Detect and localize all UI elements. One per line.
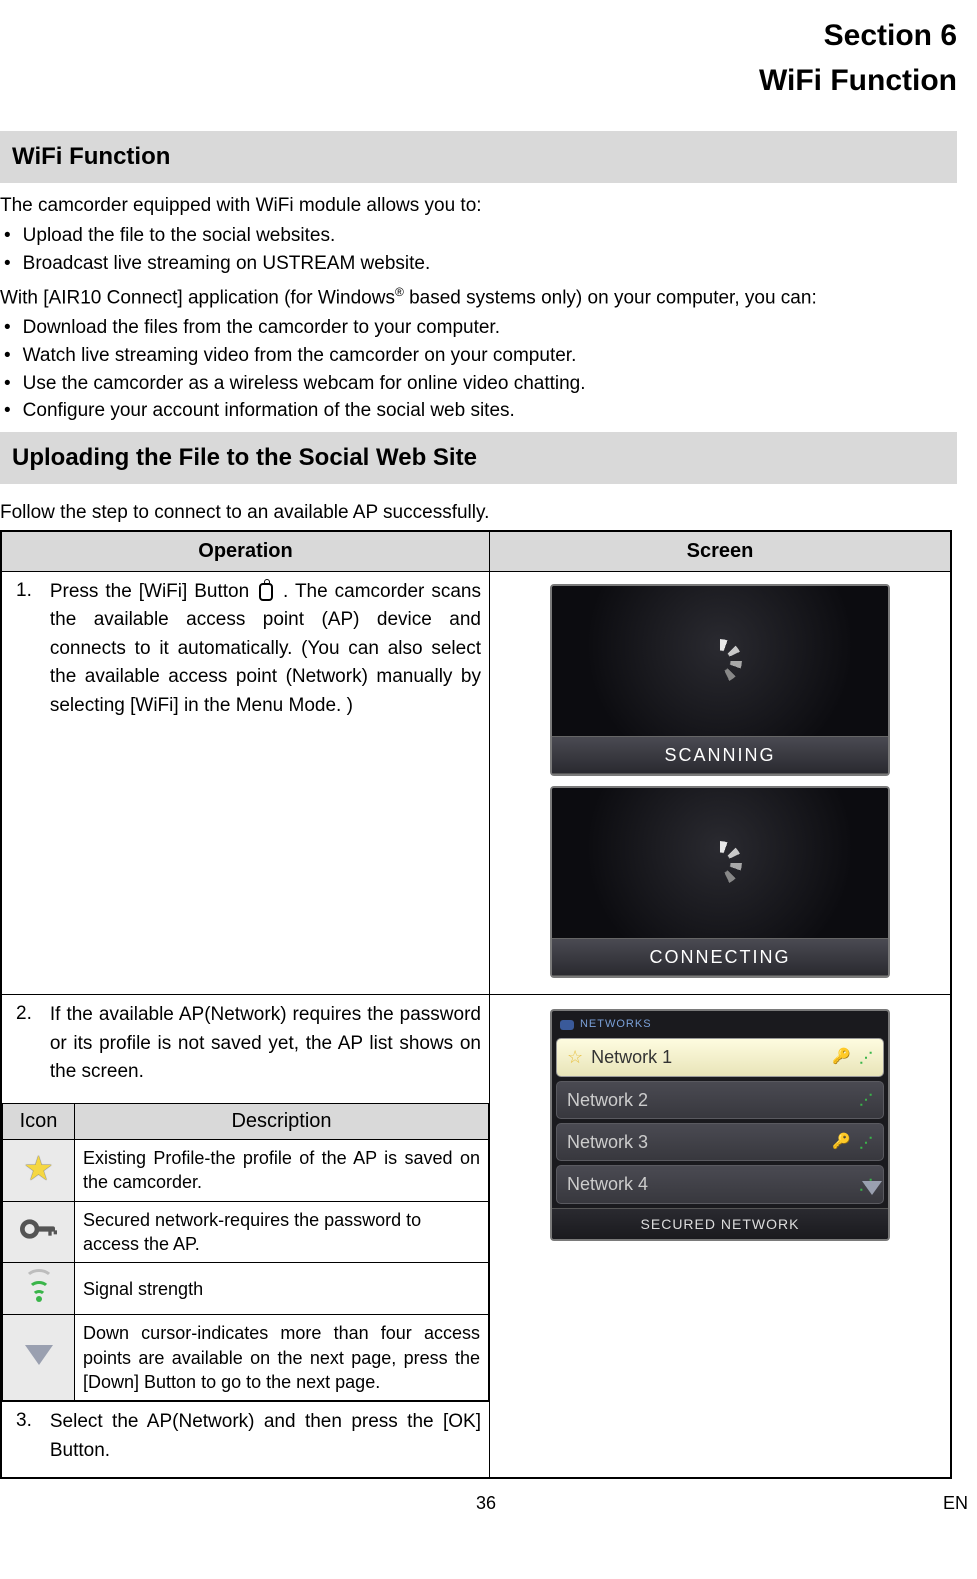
intro-lead: The camcorder equipped with WiFi module … — [0, 193, 957, 219]
down-arrow-icon — [862, 1181, 882, 1195]
intro-bullets-1: Upload the file to the social websites. … — [0, 223, 957, 276]
wifi-button-icon — [259, 583, 273, 601]
lock-icon: 🔑 — [832, 1047, 851, 1067]
step-text: If the available AP(Network) requires th… — [50, 1001, 481, 1087]
operation-table: Operation Screen 1. Press the [WiFi] But… — [0, 530, 952, 1479]
spinner-icon — [698, 841, 742, 885]
screen-connecting-label: CONNECTING — [552, 938, 888, 976]
networks-title-icon — [560, 1020, 574, 1030]
down-arrow-icon — [25, 1345, 53, 1365]
screen-row-1: SCANNING CONNECTING — [489, 571, 951, 995]
desc-signal: Signal strength — [75, 1263, 489, 1315]
icon-desc-table: Icon Description ★ Existing Profile-the … — [2, 1103, 489, 1401]
step-num: 1. — [10, 578, 32, 721]
step-text: Select the AP(Network) and then press th… — [50, 1408, 481, 1465]
desc-star: Existing Profile-the profile of the AP i… — [75, 1139, 489, 1201]
heading-wifi-function: WiFi Function — [0, 131, 957, 183]
bullet: Broadcast live streaming on USTREAM webs… — [0, 251, 957, 277]
signal-icon: ⋰ — [859, 1133, 873, 1152]
inner-head-icon: Icon — [3, 1103, 75, 1139]
bullet: Watch live streaming video from the camc… — [0, 343, 957, 369]
bullet: Download the files from the camcorder to… — [0, 315, 957, 341]
star-icon-cell: ★ — [3, 1139, 75, 1201]
step-num: 3. — [10, 1408, 32, 1465]
op-row-1: 1. Press the [WiFi] Button . The camcord… — [1, 571, 489, 995]
step-text: Press the [WiFi] Button . The camcorder … — [50, 578, 481, 721]
lock-icon: 🔑 — [832, 1132, 851, 1152]
screen-connecting: CONNECTING — [550, 786, 890, 978]
intro-block: The camcorder equipped with WiFi module … — [0, 193, 957, 423]
inner-head-desc: Description — [75, 1103, 489, 1139]
step-num: 2. — [10, 1001, 32, 1087]
signal-icon — [24, 1269, 54, 1302]
key-icon-cell — [3, 1201, 75, 1263]
spinner-icon — [698, 639, 742, 683]
language-code: EN — [943, 1491, 968, 1515]
intro-with-line: With [AIR10 Connect] application (for Wi… — [0, 284, 957, 311]
down-icon-cell — [3, 1315, 75, 1401]
screen-scanning-label: SCANNING — [552, 736, 888, 774]
screen-scanning: SCANNING — [550, 584, 890, 776]
follow-text: Follow the step to connect to an availab… — [0, 500, 957, 526]
signal-icon-cell — [3, 1263, 75, 1315]
network-row: ☆Network 1 🔑⋰ — [556, 1038, 884, 1076]
signal-icon: ⋰ — [859, 1048, 873, 1067]
col-operation: Operation — [1, 531, 489, 572]
network-row: Network 3 🔑⋰ — [556, 1123, 884, 1161]
bullet: Upload the file to the social websites. — [0, 223, 957, 249]
signal-icon: ⋰ — [859, 1090, 873, 1109]
star-icon: ☆ — [567, 1045, 583, 1069]
desc-down: Down cursor-indicates more than four acc… — [75, 1315, 489, 1401]
desc-key: Secured network-requires the password to… — [75, 1201, 489, 1263]
section-label: Section 6 — [0, 16, 957, 57]
networks-title: NETWORKS — [556, 1015, 884, 1038]
col-screen: Screen — [489, 531, 951, 572]
section-title: WiFi Function — [0, 61, 957, 102]
screen-networks: NETWORKS ☆Network 1 🔑⋰ Network 2 ⋰ Netwo… — [550, 1009, 890, 1241]
screen-row-2: NETWORKS ☆Network 1 🔑⋰ Network 2 ⋰ Netwo… — [489, 995, 951, 1478]
networks-footer: SECURED NETWORK — [552, 1208, 888, 1240]
op-row-2-3: 2. If the available AP(Network) requires… — [1, 995, 489, 1478]
bullet: Configure your account information of th… — [0, 398, 957, 424]
network-row: Network 2 ⋰ — [556, 1081, 884, 1119]
page-footer: 36 EN — [0, 1491, 972, 1515]
bullet: Use the camcorder as a wireless webcam f… — [0, 371, 957, 397]
network-row: Network 4 ⋰ — [556, 1165, 884, 1203]
page-number: 36 — [0, 1491, 972, 1515]
key-icon — [19, 1227, 59, 1247]
intro-bullets-2: Download the files from the camcorder to… — [0, 315, 957, 424]
heading-uploading: Uploading the File to the Social Web Sit… — [0, 432, 957, 484]
section-header: Section 6 WiFi Function — [0, 16, 957, 101]
star-icon: ★ — [23, 1150, 53, 1188]
